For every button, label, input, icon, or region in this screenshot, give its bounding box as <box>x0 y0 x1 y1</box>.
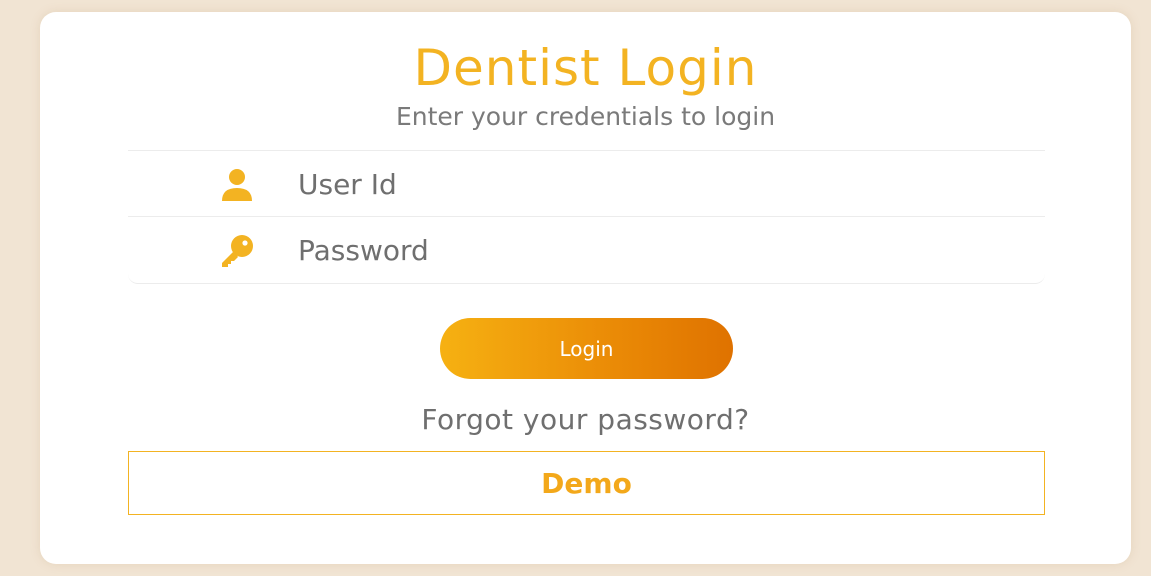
page-subtitle: Enter your credentials to login <box>395 102 776 131</box>
user-icon <box>222 169 252 201</box>
key-icon <box>222 235 253 267</box>
login-button[interactable]: Login <box>440 318 733 379</box>
user-id-field-row <box>128 150 1045 216</box>
demo-button[interactable]: Demo <box>128 451 1045 515</box>
forgot-password-link[interactable]: Forgot your password? <box>40 402 1131 438</box>
login-page: Dentist Login Enter your credentials to … <box>0 0 1151 576</box>
password-input[interactable] <box>298 229 998 271</box>
user-id-input[interactable] <box>298 163 998 205</box>
login-card: Dentist Login Enter your credentials to … <box>40 12 1131 564</box>
password-field-row <box>128 216 1045 284</box>
page-title: Dentist Login <box>413 39 758 97</box>
